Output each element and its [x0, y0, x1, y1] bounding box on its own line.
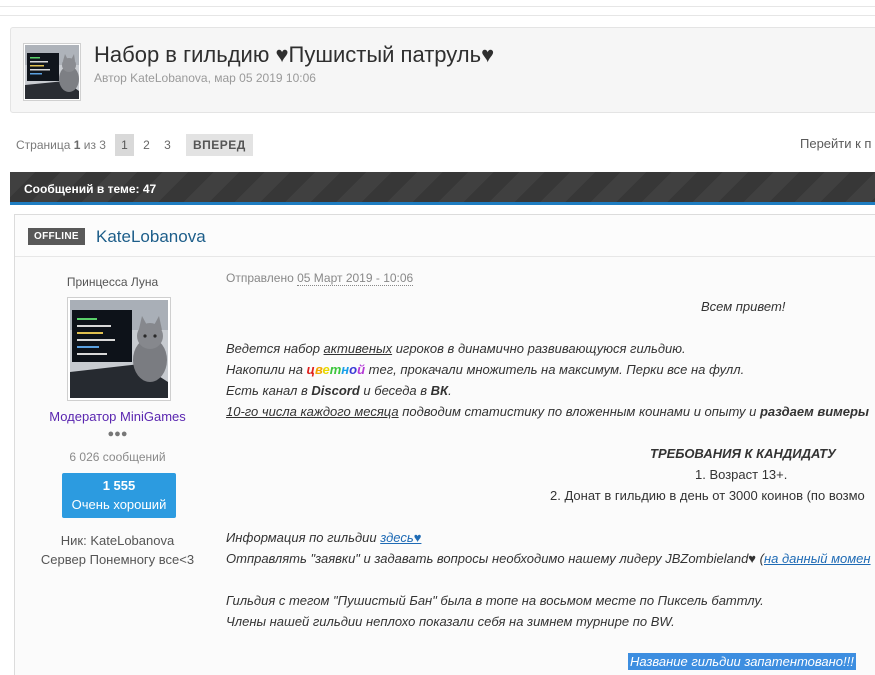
bw-line: Члены нашей гильдии неплохо показали себ… — [226, 614, 675, 629]
page-1[interactable]: 1 — [114, 134, 134, 156]
topic-author-link[interactable]: KateLobanova — [130, 71, 207, 85]
l3-d: ВК — [430, 383, 449, 398]
rank-title: Принцесса Луна — [66, 275, 159, 289]
tag-line: Гильдия с тегом "Пушистый Бан" была в то… — [226, 593, 764, 608]
posts-count: Сообщений в теме: 47 — [24, 182, 157, 196]
l2-a: Накопили на — [226, 362, 307, 377]
requirements-title: ТРЕБОВАНИЯ К КАНДИДАТУ — [650, 446, 836, 461]
l1-b: активеных — [323, 341, 393, 356]
leader-link[interactable]: на данный момен — [764, 551, 871, 566]
rainbow-letter: й — [357, 362, 366, 377]
l3-c: и беседа в — [359, 383, 431, 398]
rainbow-letter: ц — [306, 362, 315, 377]
cat-laptop-avatar-icon — [25, 45, 79, 99]
rainbow-letter: н — [341, 362, 350, 377]
l4-a: 10-го числа каждого месяца — [226, 404, 399, 419]
sent-date[interactable]: 05 Март 2019 - 10:06 — [297, 271, 414, 286]
greeting: Всем привет! — [701, 299, 786, 314]
send-text: Отправлять "заявки" и задавать вопросы н… — [226, 551, 764, 566]
l3-b: Discord — [311, 383, 360, 398]
cat-laptop-avatar-icon — [70, 300, 168, 398]
jump-to-link[interactable]: Перейти к п — [800, 136, 871, 151]
body-line-2: Накопили на цветной тег, прокачали множи… — [226, 362, 744, 377]
reputation-value: 1 555 — [102, 478, 136, 493]
patent-line: Название гильдии запатентовано!!! — [628, 653, 856, 670]
pager-label: Страница 1 из 3 — [16, 138, 106, 152]
pager-label-current: 1 — [73, 138, 81, 152]
topic-avatar[interactable] — [23, 43, 81, 101]
l1-c: игроков в динамично развивающуюся гильди… — [392, 341, 686, 356]
nick-value: KateLobanova — [90, 533, 175, 548]
page-2[interactable]: 2 — [136, 134, 157, 156]
post-author-link[interactable]: KateLobanova — [96, 227, 206, 247]
topic-meta: Автор KateLobanova, мар 05 2019 10:06 — [94, 71, 316, 85]
highlighted-text: Название гильдии запатентовано!!! — [628, 653, 856, 670]
post: OFFLINE KateLobanova Принцесса Луна Моде… — [14, 214, 875, 675]
pager-label-suffix: из 3 — [83, 138, 106, 152]
reputation-badge[interactable]: 1 555 Очень хороший — [62, 473, 176, 518]
nick-label: Ник: — [60, 533, 87, 548]
rainbow-letter: т — [329, 362, 342, 377]
l4-b: подводим статистику по вложенным коинами… — [398, 404, 760, 419]
body-line-1: Ведется набор активеных игроков в динами… — [226, 341, 686, 356]
requirement-1: 1. Возраст 13+. — [695, 467, 788, 482]
pager-label-prefix: Страница — [16, 138, 71, 152]
l3-e: . — [448, 383, 452, 398]
l4-c: раздаем вимеры — [759, 404, 870, 419]
post-sent-time: Отправлено 05 Март 2019 - 10:06 — [226, 271, 414, 286]
topic-meta-prefix: Автор — [94, 71, 127, 85]
sent-prefix: Отправлено — [226, 271, 294, 285]
body-line-3: Есть канал в Discord и беседа в ВК. — [226, 383, 452, 398]
page-3[interactable]: 3 — [157, 134, 178, 156]
l1-a: Ведется набор — [226, 341, 324, 356]
field-nick: Ник: KateLobanova — [15, 533, 220, 548]
topic-header: Набор в гильдию ♥Пушистый патруль♥ Автор… — [10, 27, 875, 113]
rainbow-letter: е — [322, 362, 330, 377]
field-server: Сервер Понемногу все<3 — [15, 552, 220, 567]
rainbow-word: цветной — [307, 362, 366, 377]
page-title: Набор в гильдию ♥Пушистый патруль♥ — [94, 42, 495, 67]
avatar[interactable] — [67, 297, 171, 401]
reputation-label: Очень хороший — [71, 497, 167, 512]
rank-pips-icon: ●●● — [107, 428, 128, 440]
server-label: Сервер — [40, 552, 86, 567]
top-rule — [0, 6, 875, 16]
user-group: Модератор MiniGames — [49, 409, 186, 424]
pagination: Страница 1 из 3 1 2 3 ВПЕРЕД — [16, 133, 253, 157]
post-count: 6 026 сообщений — [69, 450, 166, 464]
requirement-2: 2. Донат в гильдию в день от 3000 коинов… — [550, 488, 865, 503]
next-page-button[interactable]: ВПЕРЕД — [185, 134, 253, 156]
l2-c: тег, прокачали множитель на максимум. Пе… — [365, 362, 745, 377]
rainbow-letter: о — [349, 362, 358, 377]
topic-date: , мар 05 2019 10:06 — [207, 71, 316, 85]
post-header: OFFLINE KateLobanova — [15, 215, 875, 257]
send-line: Отправлять "заявки" и задавать вопросы н… — [226, 551, 871, 566]
status-badge: OFFLINE — [28, 228, 85, 245]
l3-a: Есть канал в — [226, 383, 312, 398]
info-link[interactable]: здесь♥ — [380, 530, 421, 545]
info-text: Информация по гильдии — [226, 530, 381, 545]
info-line: Информация по гильдии здесь♥ — [226, 530, 421, 545]
posts-count-bar: Сообщений в теме: 47 — [10, 172, 875, 205]
body-line-4: 10-го числа каждого месяца подводим стат… — [226, 404, 869, 419]
server-value: Понемногу все<3 — [89, 552, 195, 567]
